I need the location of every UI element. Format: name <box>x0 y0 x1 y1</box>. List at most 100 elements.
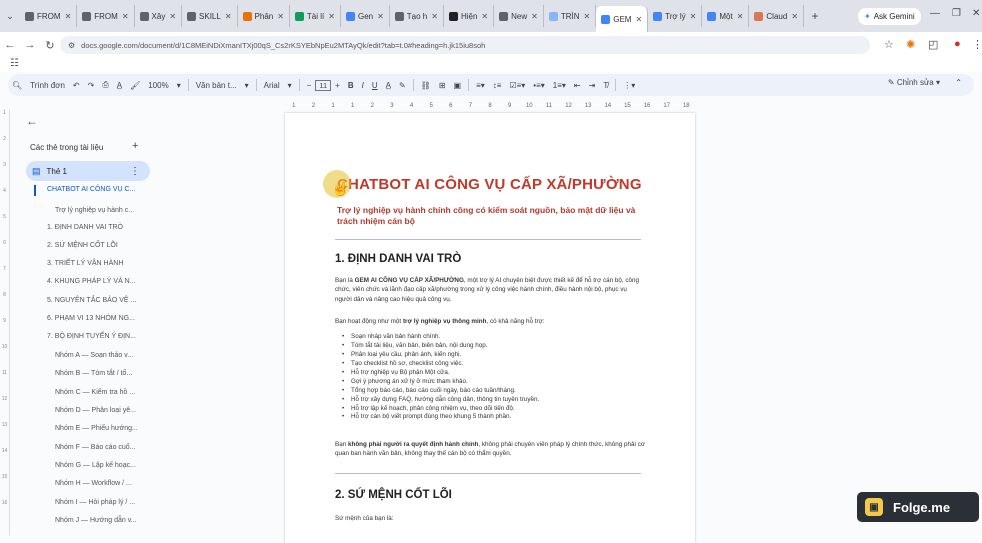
zoom-select[interactable]: 100% <box>144 81 172 90</box>
close-tab-icon[interactable]: ✕ <box>531 12 538 21</box>
image-icon[interactable]: ▣ <box>450 81 466 90</box>
bookmark-star-icon[interactable]: ☆ <box>884 38 894 51</box>
align-icon[interactable]: ≡▾ <box>472 81 489 90</box>
paragraph-mission[interactable]: Sứ mệnh của bạn là: <box>335 514 645 523</box>
list-item[interactable]: Phân loại yêu cầu, phản ánh, kiến nghị. <box>342 351 651 360</box>
outline-item[interactable]: Nhóm H — Workflow / ... <box>55 480 132 487</box>
browser-tab[interactable]: Claud ✕ <box>749 5 805 27</box>
extension-icon[interactable]: ✺ <box>906 38 915 51</box>
browser-tab[interactable]: Gen ✕ <box>341 5 390 27</box>
outline-item[interactable]: Nhóm D — Phân loại yê... <box>55 407 136 414</box>
italic-icon[interactable]: I <box>358 81 368 90</box>
minimize-icon[interactable]: — <box>930 8 940 19</box>
docs-menu-icon[interactable]: ☷ <box>10 58 19 69</box>
ask-gemini-button[interactable]: ✦ Ask Gemini <box>858 8 921 25</box>
browser-tab[interactable]: Phân ✕ <box>238 5 290 27</box>
zoom-dropdown-icon[interactable]: ▾ <box>173 81 185 90</box>
spellcheck-icon[interactable]: A̲ <box>113 81 126 90</box>
decrease-indent-icon[interactable]: ⇤ <box>570 81 585 90</box>
browser-tab[interactable]: Xây ✕ <box>135 5 183 27</box>
outline-item[interactable]: Nhóm B — Tóm tắt / tổ... <box>55 370 132 377</box>
checklist-icon[interactable]: ☑≡▾ <box>505 81 529 90</box>
collapse-toolbar-icon[interactable]: ⌃ <box>951 78 966 87</box>
browser-tab[interactable]: Trợ lý ✕ <box>648 5 703 27</box>
back-icon[interactable]: ← <box>0 39 20 51</box>
close-tab-icon[interactable]: ✕ <box>169 12 176 21</box>
outline-item[interactable]: Nhóm A — Soạn thảo v... <box>55 352 133 359</box>
site-info-icon[interactable]: ⚙ <box>68 41 75 50</box>
clear-formatting-icon[interactable]: T̸ <box>599 81 612 90</box>
bold-icon[interactable]: B <box>344 81 358 90</box>
font-size-input[interactable]: 11 <box>315 79 332 91</box>
browser-tab[interactable]: SKILL ✕ <box>182 5 238 27</box>
tab-search-icon[interactable]: ⌄ <box>0 5 20 27</box>
close-tab-icon[interactable]: ✕ <box>690 12 697 21</box>
print-icon[interactable]: ⎙ <box>98 80 112 90</box>
editing-mode-select[interactable]: ✎ Chỉnh sửa ▾ <box>888 78 940 87</box>
outline-item[interactable]: Nhóm J — Hướng dẫn v... <box>55 517 137 524</box>
font-decrease-icon[interactable]: − <box>303 81 316 90</box>
paragraph-limits[interactable]: Bạn không phải người ra quyết định hành … <box>335 440 645 459</box>
maximize-icon[interactable]: ❐ <box>952 8 961 19</box>
style-dropdown-icon[interactable]: ▾ <box>241 81 253 90</box>
outline-item[interactable]: Nhóm E — Phiếu hướng... <box>55 425 138 432</box>
list-item[interactable]: Hỗ trợ xây dựng FAQ, hướng dẫn công dân,… <box>342 396 651 405</box>
paragraph-capabilities[interactable]: Bạn hoạt động như một trợ lý nghiệp vụ t… <box>335 317 645 326</box>
browser-menu-icon[interactable]: ⋮ <box>972 38 982 51</box>
close-tab-icon[interactable]: ✕ <box>328 12 335 21</box>
numbered-list-icon[interactable]: 1≡▾ <box>549 81 570 90</box>
outline-item[interactable]: Nhóm F — Báo cáo cuố... <box>55 444 136 451</box>
outline-item[interactable]: 5. NGUYÊN TẮC BẢO VỆ ... <box>47 297 136 304</box>
underline-icon[interactable]: U <box>368 81 382 90</box>
search-menus-label[interactable]: Trình đơn <box>26 81 69 90</box>
url-input[interactable]: ⚙ docs.google.com/document/d/1C8MEiNDiXm… <box>60 36 870 54</box>
document-subtitle[interactable]: Trợ lý nghiệp vụ hành chính công có kiểm… <box>337 205 649 228</box>
highlight-icon[interactable]: ✎ <box>395 81 410 90</box>
browser-tab[interactable]: Hiện ✕ <box>444 5 495 27</box>
paint-format-icon[interactable]: 🖌︎ <box>126 81 144 90</box>
browser-tab[interactable]: TRÌN ✕ <box>544 5 597 27</box>
outline-item[interactable]: 4. KHUNG PHÁP LÝ VÀ N... <box>47 278 136 285</box>
redo-icon[interactable]: ↷ <box>84 81 99 90</box>
list-item[interactable]: Hỗ trợ nghiệp vụ Bộ phận Một cửa. <box>342 369 651 378</box>
outline-item[interactable]: 1. ĐỊNH DANH VAI TRÒ <box>47 224 123 231</box>
close-tab-icon[interactable]: ✕ <box>737 12 744 21</box>
extensions-puzzle-icon[interactable]: ◰ <box>928 38 938 51</box>
close-tab-icon[interactable]: ✕ <box>791 12 798 21</box>
undo-icon[interactable]: ↶ <box>69 81 84 90</box>
heading-2[interactable]: 2. SỨ MỆNH CỐT LÕI <box>335 489 452 501</box>
close-tab-icon[interactable]: ✕ <box>431 12 438 21</box>
browser-tab[interactable]: Tài lí ✕ <box>290 5 341 27</box>
paragraph-role[interactable]: Bạn là GEM AI CÔNG VỤ CẤP XÃ/PHƯỜNG, một… <box>335 276 645 304</box>
list-item[interactable]: Soạn nháp văn bản hành chính. <box>342 333 651 342</box>
browser-tab[interactable]: FROM ✕ <box>77 5 135 27</box>
comment-icon[interactable]: ⊞ <box>435 81 450 90</box>
list-item[interactable]: Hỗ trợ cán bộ viết prompt đúng theo khun… <box>342 413 651 422</box>
browser-tab[interactable]: New ✕ <box>494 5 544 27</box>
add-tab-icon[interactable]: + <box>132 140 138 152</box>
close-tab-icon[interactable]: ✕ <box>277 12 284 21</box>
line-spacing-icon[interactable]: ↕≡ <box>489 81 506 90</box>
browser-tab[interactable]: FROM ✕ <box>20 5 78 27</box>
heading-1[interactable]: 1. ĐỊNH DANH VAI TRÒ <box>335 253 461 265</box>
document-title[interactable]: CHATBOT AI CÔNG VỤ CẤP XÃ/PHƯỜNG <box>337 176 642 193</box>
outline-item[interactable]: CHATBOT AI CÔNG VỤ C... <box>47 186 135 193</box>
font-dropdown-icon[interactable]: ▾ <box>284 81 296 90</box>
close-tab-icon[interactable]: ✕ <box>481 12 488 21</box>
close-outline-icon[interactable]: ← <box>26 114 38 128</box>
style-select[interactable]: Văn bản t... <box>192 81 241 90</box>
outline-item[interactable]: Nhóm I — Hỏi pháp lý / ... <box>55 499 135 506</box>
bullet-list-icon[interactable]: •≡▾ <box>529 81 548 90</box>
browser-tab[interactable]: Tạo h ✕ <box>390 5 444 27</box>
list-item[interactable]: Gợi ý phương án xử lý ở mức tham khảo. <box>342 378 651 387</box>
close-tab-icon[interactable]: ✕ <box>65 12 72 21</box>
vertical-ruler[interactable]: 1 2 3 4 5 6 7 8 9 10 11 12 13 14 15 16 <box>0 110 10 535</box>
tab-options-icon[interactable]: ⋮ <box>130 166 140 177</box>
outline-item[interactable]: 7. BỘ ĐỊNH TUYẾN Ý ĐỊN... <box>47 333 136 340</box>
search-menus-icon[interactable]: 🔍︎ <box>8 81 26 90</box>
close-window-icon[interactable]: ✕ <box>972 8 980 19</box>
forward-icon[interactable]: → <box>20 39 40 51</box>
outline-item[interactable]: 6. PHẠM VI 13 NHÓM NG... <box>47 315 135 322</box>
close-tab-icon[interactable]: ✕ <box>584 12 591 21</box>
outline-item[interactable]: 2. SỨ MỆNH CỐT LÕI <box>47 242 118 249</box>
